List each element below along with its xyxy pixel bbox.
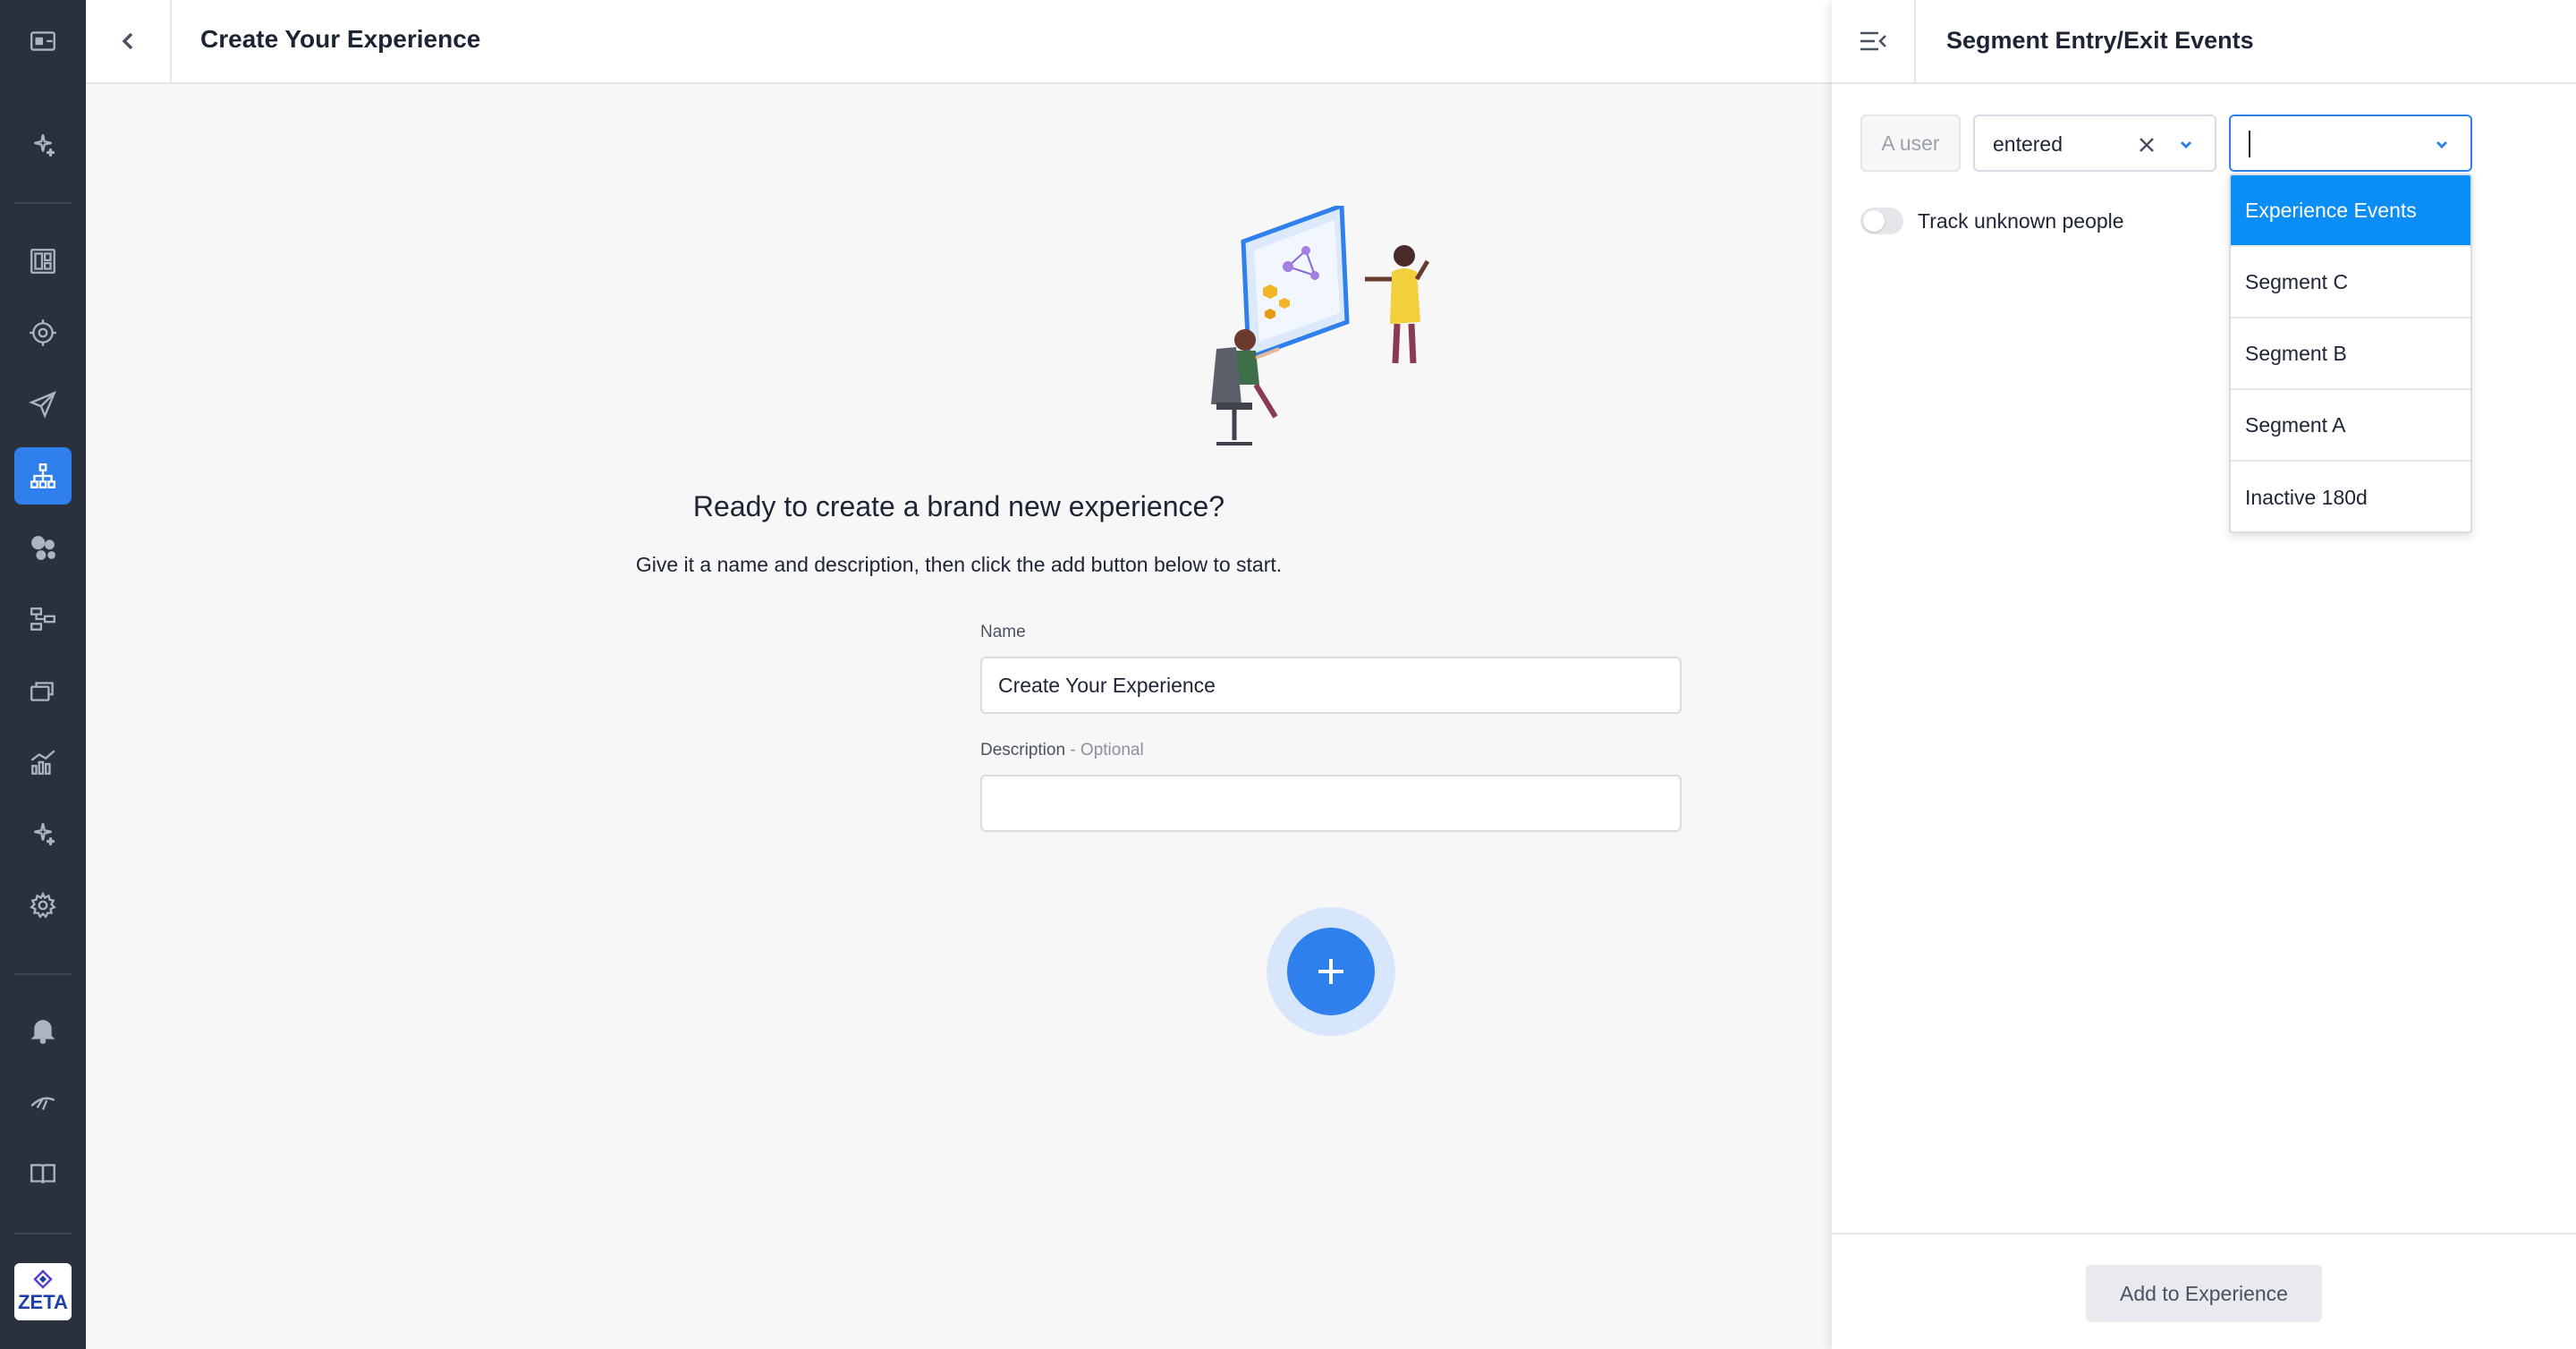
hero-title: Ready to create a brand new experience? — [692, 490, 1225, 522]
zeta-logo-text: ZETA — [18, 1291, 68, 1313]
dropdown-option[interactable]: Segment B — [2231, 318, 2470, 390]
sparkle-icon[interactable] — [14, 116, 72, 174]
optional-hint: - Optional — [1065, 741, 1144, 759]
dropdown-option[interactable]: Segment A — [2231, 390, 2470, 462]
sidebar: ZETA — [0, 0, 86, 1349]
track-unknown-toggle[interactable] — [1860, 208, 1903, 234]
chevron-left-icon — [122, 32, 133, 50]
description-label-text: Description — [980, 741, 1066, 759]
sidebar-divider — [14, 973, 72, 975]
zeta-mark-icon — [33, 1269, 53, 1289]
dropdown-option[interactable]: Experience Events — [2231, 175, 2470, 247]
add-button-ring — [1267, 907, 1395, 1036]
text-caret — [2249, 131, 2250, 157]
experience-illustration — [1211, 206, 1430, 445]
panel-header: Segment Entry/Exit Events — [1832, 0, 2576, 84]
analytics-icon[interactable] — [14, 734, 72, 791]
chevron-down-icon[interactable] — [2433, 136, 2451, 154]
top-bar: Create Your Experience — [86, 0, 1832, 84]
stack-icon[interactable] — [14, 662, 72, 719]
segment-select[interactable] — [2229, 115, 2472, 172]
hierarchy-icon[interactable] — [14, 447, 72, 505]
name-input[interactable] — [980, 657, 1682, 714]
panel-footer: Add to Experience — [1832, 1233, 2576, 1349]
description-input[interactable] — [980, 775, 1682, 832]
hero-subtitle: Give it a name and description, then cli… — [635, 553, 1283, 576]
dropdown-option[interactable]: Segment C — [2231, 247, 2470, 318]
description-label: Description - Optional — [980, 741, 1144, 760]
audience-icon[interactable] — [14, 519, 72, 576]
add-to-experience-button[interactable]: Add to Experience — [2086, 1265, 2322, 1322]
back-button[interactable] — [86, 0, 172, 82]
track-unknown-label: Track unknown people — [1918, 209, 2124, 233]
segment-dropdown-menu: Experience Events Segment C Segment B Se… — [2229, 174, 2472, 533]
action-select-value: entered — [1993, 132, 2063, 156]
dashboard-icon[interactable] — [14, 233, 72, 290]
sidebar-divider — [14, 1233, 72, 1234]
segment-events-panel: Segment Entry/Exit Events A user entered… — [1832, 0, 2576, 1349]
name-label: Name — [980, 623, 1026, 641]
clear-icon[interactable] — [2136, 134, 2157, 156]
add-button[interactable] — [1287, 928, 1375, 1015]
action-select[interactable]: entered — [1973, 115, 2216, 172]
collapse-panel-button[interactable] — [1832, 0, 1916, 82]
dropdown-option[interactable]: Inactive 180d — [2231, 462, 2470, 531]
flow-icon[interactable] — [14, 590, 72, 648]
sidebar-divider — [14, 202, 72, 204]
segment-search-input[interactable] — [2247, 129, 2426, 159]
send-icon[interactable] — [14, 376, 72, 433]
zeta-logo[interactable]: ZETA — [14, 1263, 72, 1320]
settings-icon[interactable] — [14, 877, 72, 934]
panel-title: Segment Entry/Exit Events — [1946, 27, 2254, 54]
target-icon[interactable] — [14, 304, 72, 361]
ai-sparkle-icon[interactable] — [14, 805, 72, 862]
plus-icon — [1318, 959, 1343, 984]
signal-icon[interactable] — [14, 1073, 72, 1131]
book-icon[interactable] — [14, 1145, 72, 1202]
page-title: Create Your Experience — [200, 25, 481, 53]
collapse-panel-icon[interactable] — [14, 13, 72, 70]
toggle-knob — [1863, 210, 1885, 232]
menu-collapse-icon — [1860, 31, 1886, 51]
bell-icon[interactable] — [14, 1002, 72, 1059]
subject-chip: A user — [1860, 115, 1961, 172]
chevron-down-icon[interactable] — [2177, 136, 2195, 154]
